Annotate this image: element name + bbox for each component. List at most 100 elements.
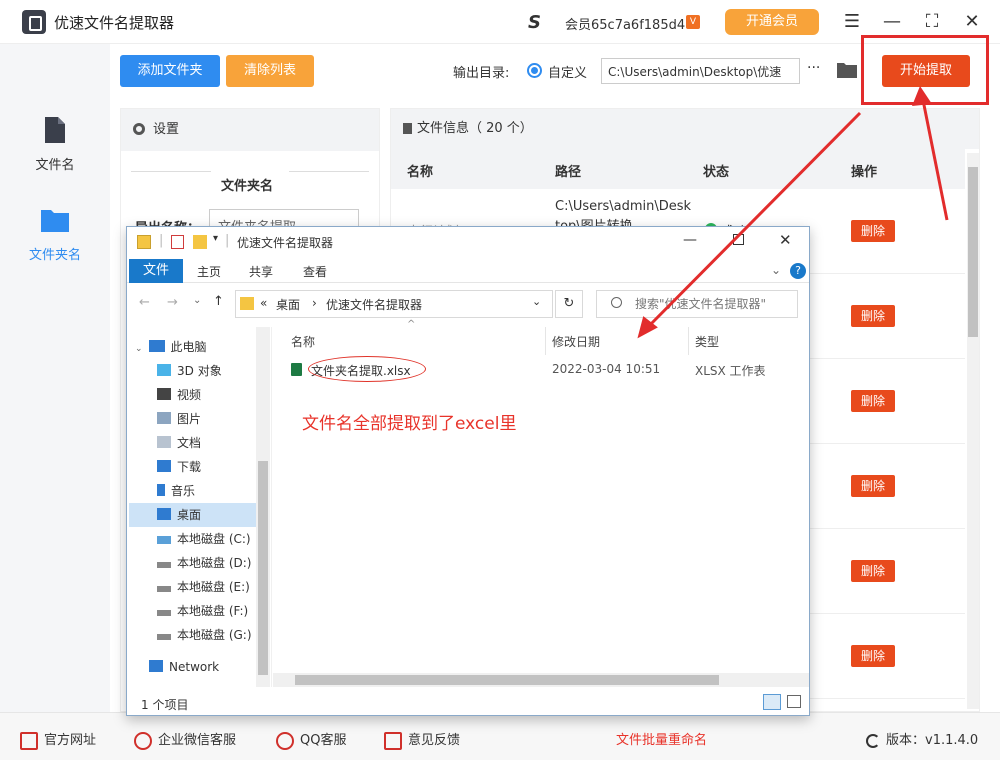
footer: 官方网址 企业微信客服 QQ客服 意见反馈 文件批量重命名 版本：v1.1.4.…: [0, 712, 1000, 760]
properties-icon[interactable]: [171, 235, 184, 249]
nav-network[interactable]: Network: [149, 655, 259, 679]
delete-button[interactable]: 删除: [851, 390, 895, 412]
navigation-pane: ⌄ 此电脑 3D 对象 视频 图片 文档 下载 音乐 桌面 本地磁盘 (C:) 本…: [127, 327, 272, 687]
custom-radio[interactable]: [527, 63, 542, 78]
delete-button[interactable]: 删除: [851, 220, 895, 242]
horizontal-scrollbar[interactable]: [273, 673, 809, 687]
drive-icon: [157, 536, 171, 544]
member-id: 会员65c7a6f185d4: [565, 18, 686, 33]
menu-icon[interactable]: ☰: [840, 10, 864, 34]
video-icon: [157, 388, 171, 400]
history-dropdown-icon[interactable]: ⌄: [193, 295, 201, 306]
nav-drive-g[interactable]: 本地磁盘 (G:): [157, 623, 267, 647]
3d-objects-icon: [157, 364, 171, 376]
nav-this-pc[interactable]: ⌄ 此电脑: [135, 335, 245, 359]
search-input[interactable]: 搜索"优速文件名提取器": [596, 290, 798, 318]
section-title: 文件夹名: [221, 179, 274, 194]
back-icon[interactable]: ←: [139, 295, 150, 310]
wechat-service-link[interactable]: 企业微信客服: [134, 729, 236, 750]
delete-button[interactable]: 删除: [851, 305, 895, 327]
chevron-down-icon[interactable]: ⌄: [771, 263, 781, 277]
explorer-title-bar: | ▾ | 优速文件名提取器 — ✕: [127, 227, 809, 259]
app-title: 优速文件名提取器: [54, 14, 175, 32]
close-icon[interactable]: ✕: [960, 10, 984, 34]
clear-list-button[interactable]: 清除列表: [226, 55, 314, 87]
nav-desktop[interactable]: 桌面: [129, 503, 257, 527]
list-col-type[interactable]: 类型: [695, 333, 719, 350]
maximize-icon[interactable]: [733, 234, 744, 245]
version-info: 版本：v1.1.4.0: [866, 729, 978, 748]
large-icons-view-icon[interactable]: [787, 695, 801, 708]
search-icon: [611, 297, 622, 308]
col-name: 名称: [407, 165, 434, 180]
maximize-icon[interactable]: ⛶: [920, 10, 944, 34]
col-path: 路径: [555, 165, 582, 180]
quick-access-dropdown-icon[interactable]: ▾: [213, 233, 218, 244]
wechat-icon: [134, 731, 152, 750]
nav-pictures[interactable]: 图片: [157, 407, 267, 431]
divider: [131, 171, 211, 172]
nav-music[interactable]: 音乐: [157, 479, 267, 503]
excel-file-icon: [291, 363, 302, 376]
nav-3d-objects[interactable]: 3D 对象: [157, 359, 267, 383]
official-site-link[interactable]: 官方网址: [20, 729, 96, 750]
folder-browse-icon[interactable]: [837, 62, 857, 78]
chevron-down-icon[interactable]: ⌄: [532, 295, 541, 308]
delete-button[interactable]: 删除: [851, 645, 895, 667]
help-icon[interactable]: ?: [790, 263, 806, 279]
feedback-link[interactable]: 意见反馈: [384, 729, 460, 750]
delete-button[interactable]: 删除: [851, 475, 895, 497]
nav-drive-d[interactable]: 本地磁盘 (D:): [157, 551, 267, 575]
sidebar-item-foldername[interactable]: 文件夹名: [0, 206, 110, 263]
list-col-date[interactable]: 修改日期: [552, 333, 600, 350]
close-icon[interactable]: ✕: [779, 231, 792, 249]
member-logo-icon: S: [528, 12, 541, 33]
minimize-icon[interactable]: —: [683, 232, 697, 248]
nav-drive-c[interactable]: 本地磁盘 (C:): [157, 527, 267, 551]
annotation-note: 文件名全部提取到了excel里: [302, 414, 517, 434]
network-icon: [149, 660, 163, 672]
breadcrumb-desktop[interactable]: 桌面: [276, 296, 300, 313]
col-action: 操作: [851, 165, 878, 180]
tab-home[interactable]: 主页: [197, 263, 221, 280]
list-col-name[interactable]: 名称: [291, 333, 315, 350]
new-folder-icon[interactable]: [193, 235, 207, 249]
address-bar[interactable]: « 桌面 › 优速文件名提取器 ⌄: [235, 290, 553, 318]
vip-badge-icon: V: [686, 15, 700, 29]
sidebar-item-label: 文件名: [35, 158, 75, 173]
app-logo-icon: [22, 10, 46, 34]
explorer-window: | ▾ | 优速文件名提取器 — ✕ 文件 主页 共享 查看 ⌄ ? ← → ⌄…: [126, 226, 810, 716]
refresh-icon[interactable]: ↻: [555, 290, 583, 318]
output-path-field[interactable]: C:\Users\admin\Desktop\优速: [601, 58, 800, 84]
delete-button[interactable]: 删除: [851, 560, 895, 582]
open-vip-button[interactable]: 开通会员: [725, 9, 819, 35]
divider: [289, 171, 369, 172]
music-icon: [157, 484, 165, 496]
nav-documents[interactable]: 文档: [157, 431, 267, 455]
sidebar-item-filename[interactable]: 文件名: [0, 116, 110, 173]
scrollbar[interactable]: [967, 153, 979, 709]
nav-downloads[interactable]: 下载: [157, 455, 267, 479]
up-icon[interactable]: ↑: [213, 294, 224, 309]
details-view-icon[interactable]: [763, 694, 781, 710]
settings-title: 设置: [153, 122, 180, 137]
add-folder-button[interactable]: 添加文件夹: [120, 55, 220, 87]
nav-drive-f[interactable]: 本地磁盘 (F:): [157, 599, 267, 623]
breadcrumb-folder[interactable]: 优速文件名提取器: [326, 296, 422, 313]
tab-share[interactable]: 共享: [249, 263, 273, 280]
table-header: 名称 路径 状态 操作: [391, 149, 965, 189]
download-icon: [157, 460, 171, 472]
forward-icon[interactable]: →: [167, 295, 178, 310]
file-info-header: 文件信息（ 20 个）: [391, 109, 979, 149]
batch-rename-link[interactable]: 文件批量重命名: [616, 729, 707, 748]
highlight-ellipse: [308, 356, 426, 382]
nav-videos[interactable]: 视频: [157, 383, 267, 407]
tab-file[interactable]: 文件: [129, 259, 183, 283]
more-icon[interactable]: ···: [807, 60, 820, 76]
nav-scrollbar[interactable]: [256, 327, 270, 687]
tab-view[interactable]: 查看: [303, 263, 327, 280]
nav-drive-e[interactable]: 本地磁盘 (E:): [157, 575, 267, 599]
qq-service-link[interactable]: QQ客服: [276, 729, 346, 750]
minimize-icon[interactable]: —: [880, 10, 904, 34]
drive-icon: [157, 586, 171, 592]
